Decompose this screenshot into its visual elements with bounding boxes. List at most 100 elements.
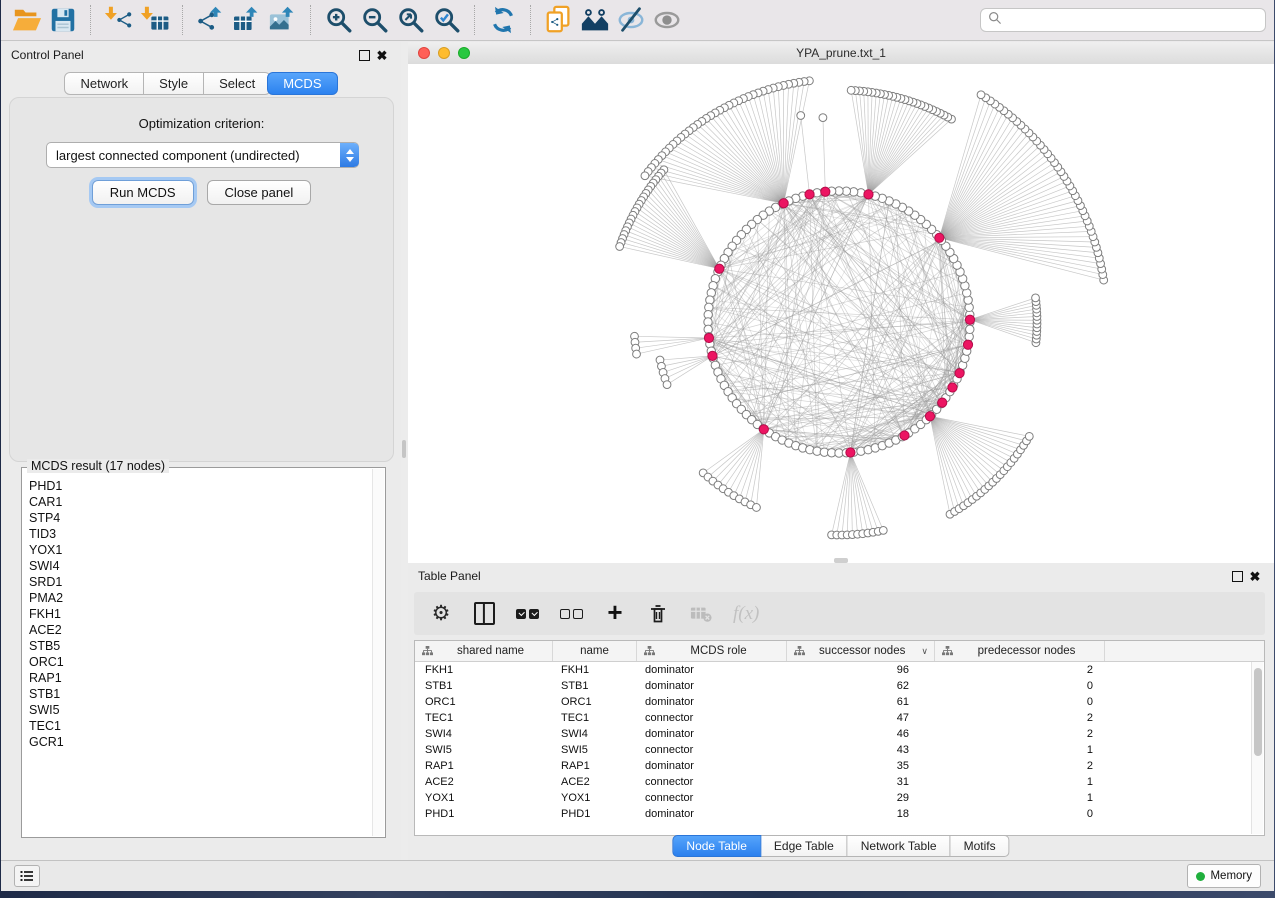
network-leaf-node[interactable] xyxy=(797,112,805,120)
table-row[interactable]: YOX1YOX1connector291 xyxy=(415,790,1264,806)
network-node[interactable] xyxy=(966,325,974,333)
network-graph[interactable] xyxy=(408,64,1274,563)
close-table-panel-icon[interactable]: ✖ xyxy=(1246,568,1264,584)
network-leaf-node[interactable] xyxy=(616,243,624,251)
network-leaf-node[interactable] xyxy=(633,350,641,358)
export-network-icon[interactable] xyxy=(193,3,229,37)
column-header-predecessor-nodes[interactable]: predecessor nodes xyxy=(935,641,1105,661)
mcds-result-list[interactable]: PHD1CAR1STP4TID3YOX1SWI4SRD1PMA2FKH1ACE2… xyxy=(23,472,372,836)
tab-network[interactable]: Network xyxy=(64,72,144,95)
import-network-icon[interactable] xyxy=(101,3,137,37)
network-leaf-node[interactable] xyxy=(1025,432,1033,440)
zoom-out-icon[interactable] xyxy=(357,3,393,37)
tab-style[interactable]: Style xyxy=(144,72,204,95)
table-scrollbar[interactable] xyxy=(1251,662,1263,834)
add-column-icon[interactable]: + xyxy=(604,599,626,629)
network-leaf-node[interactable] xyxy=(641,172,649,180)
hide-selected-icon[interactable] xyxy=(613,3,649,37)
column-header-MCDS-role[interactable]: MCDS role xyxy=(637,641,787,661)
tab-mcds[interactable]: MCDS xyxy=(267,72,337,95)
network-leaf-node[interactable] xyxy=(879,526,887,534)
mcds-result-item[interactable]: TEC1 xyxy=(29,718,372,734)
splitter-grip[interactable] xyxy=(402,440,406,458)
zoom-fit-icon[interactable] xyxy=(393,3,429,37)
network-hub-node[interactable] xyxy=(759,425,768,434)
network-leaf-node[interactable] xyxy=(977,91,985,99)
table-row[interactable]: RAP1RAP1dominator352 xyxy=(415,758,1264,774)
mcds-result-item[interactable]: PHD1 xyxy=(29,478,372,494)
table-row[interactable]: STB1STB1dominator620 xyxy=(415,678,1264,694)
float-table-panel-icon[interactable] xyxy=(1228,568,1246,584)
zoom-in-icon[interactable] xyxy=(321,3,357,37)
mcds-result-item[interactable]: STP4 xyxy=(29,510,372,526)
mcds-result-item[interactable]: CAR1 xyxy=(29,494,372,510)
column-header-name[interactable]: name xyxy=(553,641,637,661)
mcds-result-item[interactable]: SWI4 xyxy=(29,558,372,574)
run-mcds-button[interactable]: Run MCDS xyxy=(92,180,194,205)
table-row[interactable]: ORC1ORC1dominator610 xyxy=(415,694,1264,710)
mcds-result-item[interactable]: ORC1 xyxy=(29,654,372,670)
table-row[interactable]: SWI5SWI5connector431 xyxy=(415,742,1264,758)
mcds-result-item[interactable]: FKH1 xyxy=(29,606,372,622)
table-scrollbar-thumb[interactable] xyxy=(1254,668,1262,756)
close-panel-icon[interactable]: ✖ xyxy=(373,47,391,63)
tab-motifs[interactable]: Motifs xyxy=(951,835,1010,857)
network-canvas[interactable] xyxy=(408,64,1274,563)
mcds-result-item[interactable]: STB5 xyxy=(29,638,372,654)
network-leaf-node[interactable] xyxy=(819,114,827,122)
search-input[interactable] xyxy=(1008,12,1258,28)
network-hub-node[interactable] xyxy=(779,199,788,208)
open-file-icon[interactable] xyxy=(9,3,45,37)
network-hub-node[interactable] xyxy=(846,448,855,457)
network-hub-node[interactable] xyxy=(925,412,934,421)
export-table-icon[interactable] xyxy=(229,3,265,37)
delete-column-icon[interactable] xyxy=(647,599,669,629)
network-hub-node[interactable] xyxy=(935,233,944,242)
minimize-window-icon[interactable] xyxy=(438,47,450,59)
mcds-result-item[interactable]: SRD1 xyxy=(29,574,372,590)
maximize-window-icon[interactable] xyxy=(458,47,470,59)
zoom-selected-icon[interactable] xyxy=(429,3,465,37)
toggle-columns-icon[interactable] xyxy=(473,599,495,629)
mcds-result-item[interactable]: TID3 xyxy=(29,526,372,542)
import-table-icon[interactable] xyxy=(137,3,173,37)
deselect-all-rows-icon[interactable] xyxy=(560,599,583,629)
table-settings-icon[interactable]: ⚙ xyxy=(430,599,452,629)
tab-select[interactable]: Select xyxy=(204,72,271,95)
network-hub-node[interactable] xyxy=(965,315,974,324)
first-neighbors-icon[interactable] xyxy=(577,3,613,37)
column-header-successor-nodes[interactable]: successor nodes∨ xyxy=(787,641,935,661)
mcds-result-item[interactable]: ACE2 xyxy=(29,622,372,638)
close-window-icon[interactable] xyxy=(418,47,430,59)
network-hub-node[interactable] xyxy=(948,383,957,392)
network-hub-node[interactable] xyxy=(955,369,964,378)
tab-node-table[interactable]: Node Table xyxy=(672,835,761,857)
apply-layout-icon[interactable] xyxy=(485,3,521,37)
mcds-result-item[interactable]: RAP1 xyxy=(29,670,372,686)
mcds-result-item[interactable]: YOX1 xyxy=(29,542,372,558)
table-row[interactable]: PHD1PHD1dominator180 xyxy=(415,806,1264,822)
network-hub-node[interactable] xyxy=(900,431,909,440)
network-hub-node[interactable] xyxy=(708,351,717,360)
network-hub-node[interactable] xyxy=(805,190,814,199)
network-hub-node[interactable] xyxy=(938,398,947,407)
task-history-button[interactable] xyxy=(14,865,40,887)
network-leaf-node[interactable] xyxy=(847,86,855,94)
table-row[interactable]: TEC1TEC1connector472 xyxy=(415,710,1264,726)
table-row[interactable]: SWI4SWI4dominator462 xyxy=(415,726,1264,742)
export-image-icon[interactable] xyxy=(265,3,301,37)
table-row[interactable]: ACE2ACE2connector311 xyxy=(415,774,1264,790)
memory-button[interactable]: Memory xyxy=(1187,864,1261,888)
show-all-icon[interactable] xyxy=(649,3,685,37)
network-hub-node[interactable] xyxy=(704,333,713,342)
mcds-result-item[interactable]: SWI5 xyxy=(29,702,372,718)
mcds-result-item[interactable]: PMA2 xyxy=(29,590,372,606)
new-network-from-selection-icon[interactable] xyxy=(541,3,577,37)
network-leaf-node[interactable] xyxy=(753,504,761,512)
column-header-shared-name[interactable]: shared name xyxy=(415,641,553,661)
close-panel-button[interactable]: Close panel xyxy=(207,180,312,205)
network-hub-node[interactable] xyxy=(821,187,830,196)
network-hub-node[interactable] xyxy=(864,190,873,199)
tab-network-table[interactable]: Network Table xyxy=(848,835,951,857)
table-row[interactable]: FKH1FKH1dominator962 xyxy=(415,662,1264,678)
